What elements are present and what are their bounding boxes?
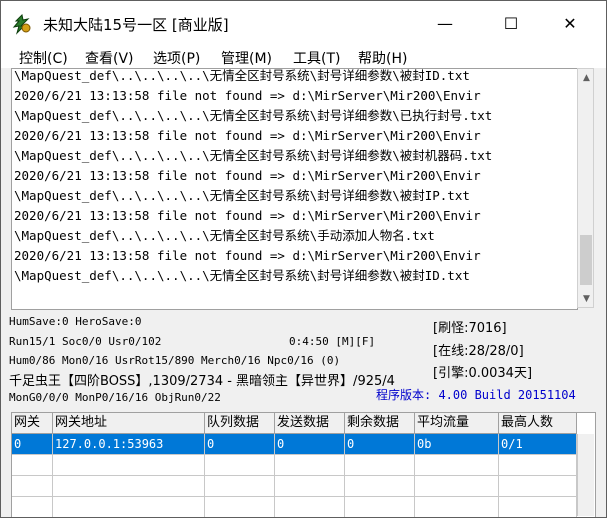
log-line: \MapQuest_def\..\..\..\..\无情全区封号系统\封号详细参… <box>14 68 470 83</box>
empty-cell <box>205 497 275 517</box>
empty-cell <box>205 476 275 497</box>
run-status: Run15/1 Soc0/0 Usr0/102 <box>9 335 162 348</box>
scroll-up-icon[interactable]: ▲ <box>578 69 595 86</box>
log-line: \MapQuest_def\..\..\..\..\无情全区封号系统\封号详细参… <box>14 148 493 163</box>
cell-gateway: 0 <box>12 434 53 455</box>
empty-cell <box>53 455 205 476</box>
close-button[interactable]: ✕ <box>547 1 593 46</box>
menu-control[interactable]: 控制(C) <box>17 48 70 68</box>
app-icon <box>12 13 31 35</box>
empty-cell <box>275 497 345 517</box>
engine-uptime: [引擎:0.0034天] <box>433 366 533 381</box>
menu-manage[interactable]: 管理(M) <box>219 48 274 68</box>
col-queue-data[interactable]: 队列数据 <box>205 413 275 434</box>
status-panel: HumSave:0 HeroSave:0 Run15/1 Soc0/0 Usr0… <box>7 311 600 406</box>
empty-cell <box>12 497 53 517</box>
empty-cell <box>415 497 499 517</box>
empty-cell <box>12 476 53 497</box>
cell-queue-data: 0 <box>205 434 275 455</box>
log-output[interactable]: \MapQuest_def\..\..\..\..\无情全区封号系统\封号详细参… <box>11 68 578 310</box>
online-count: [在线:28/28/0] <box>433 344 524 359</box>
grid-scrollbar[interactable] <box>577 434 594 516</box>
mong-status: MonG0/0/0 MonP0/16/16 ObjRun0/22 <box>9 391 221 404</box>
menu-view[interactable]: 查看(V) <box>83 48 136 68</box>
server-window: 未知大陆15号一区 [商业版] — ☐ ✕ 控制(C) 查看(V) 选项(P) … <box>0 0 607 518</box>
col-remaining-data[interactable]: 剩余数据 <box>345 413 415 434</box>
refresh-monster-count: [刷怪:7016] <box>433 321 507 336</box>
log-line: 2020/6/21 13:13:58 file not found => d:\… <box>14 248 481 263</box>
menu-help[interactable]: 帮助(H) <box>356 48 409 68</box>
uptime-status: 0:4:50 [M][F] <box>289 335 376 348</box>
minimize-button[interactable]: — <box>422 1 468 46</box>
menu-bar: 控制(C) 查看(V) 选项(P) 管理(M) 工具(T) 帮助(H) <box>1 46 606 68</box>
boss-status: 千足虫王【四阶BOSS】,1309/2734 - 黑暗领主【异世界】/925/4 <box>9 374 395 389</box>
maximize-button[interactable]: ☐ <box>488 1 534 46</box>
maximize-icon: ☐ <box>503 14 519 33</box>
log-line: 2020/6/21 13:13:58 file not found => d:\… <box>14 208 481 223</box>
menu-options[interactable]: 选项(P) <box>151 48 202 68</box>
log-line: 2020/6/21 13:13:58 file not found => d:\… <box>14 168 481 183</box>
empty-cell <box>499 476 577 497</box>
empty-cell <box>53 476 205 497</box>
empty-cell <box>205 455 275 476</box>
log-line: \MapQuest_def\..\..\..\..\无情全区封号系统\封号详细参… <box>14 188 470 203</box>
humsave-status: HumSave:0 HeroSave:0 <box>9 315 142 328</box>
menu-tools[interactable]: 工具(T) <box>291 48 342 68</box>
program-version: 程序版本: 4.00 Build 20151104 <box>376 388 576 402</box>
cell-send-data: 0 <box>275 434 345 455</box>
log-line: 2020/6/21 13:13:58 file not found => d:\… <box>14 128 481 143</box>
empty-cell <box>12 455 53 476</box>
scroll-thumb[interactable] <box>580 235 592 285</box>
empty-cell <box>415 455 499 476</box>
cell-avg-traffic: 0b <box>415 434 499 455</box>
gateway-grid[interactable]: 网关 网关地址 队列数据 发送数据 剩余数据 平均流量 最高人数 0 127.0… <box>11 412 596 517</box>
minimize-icon: — <box>437 14 453 33</box>
log-line: \MapQuest_def\..\..\..\..\无情全区封号系统\封号详细参… <box>14 108 493 123</box>
empty-cell <box>53 497 205 517</box>
col-avg-traffic[interactable]: 平均流量 <box>415 413 499 434</box>
hum-status: Hum0/86 Mon0/16 UsrRot15/890 Merch0/16 N… <box>9 354 341 367</box>
col-max-users[interactable]: 最高人数 <box>499 413 577 434</box>
empty-cell <box>345 455 415 476</box>
empty-cell <box>415 476 499 497</box>
empty-cell <box>345 476 415 497</box>
title-bar[interactable]: 未知大陆15号一区 [商业版] — ☐ ✕ <box>1 1 606 46</box>
log-line: 2020/6/21 13:13:58 file not found => d:\… <box>14 88 481 103</box>
log-line: \MapQuest_def\..\..\..\..\无情全区封号系统\封号详细参… <box>14 268 470 283</box>
col-gateway[interactable]: 网关 <box>12 413 53 434</box>
scroll-down-icon[interactable]: ▼ <box>578 290 595 307</box>
empty-cell <box>345 497 415 517</box>
log-scrollbar[interactable]: ▲ ▼ <box>577 68 594 308</box>
col-gateway-address[interactable]: 网关地址 <box>53 413 205 434</box>
empty-cell <box>499 497 577 517</box>
log-line: \MapQuest_def\..\..\..\..\无情全区封号系统\手动添加人… <box>14 228 435 243</box>
col-send-data[interactable]: 发送数据 <box>275 413 345 434</box>
empty-cell <box>499 455 577 476</box>
cell-max-users: 0/1 <box>499 434 577 455</box>
cell-remaining-data: 0 <box>345 434 415 455</box>
window-title: 未知大陆15号一区 [商业版] <box>43 16 229 34</box>
close-icon: ✕ <box>563 14 577 33</box>
cell-gateway-address: 127.0.0.1:53963 <box>53 434 205 455</box>
empty-cell <box>275 455 345 476</box>
empty-cell <box>275 476 345 497</box>
